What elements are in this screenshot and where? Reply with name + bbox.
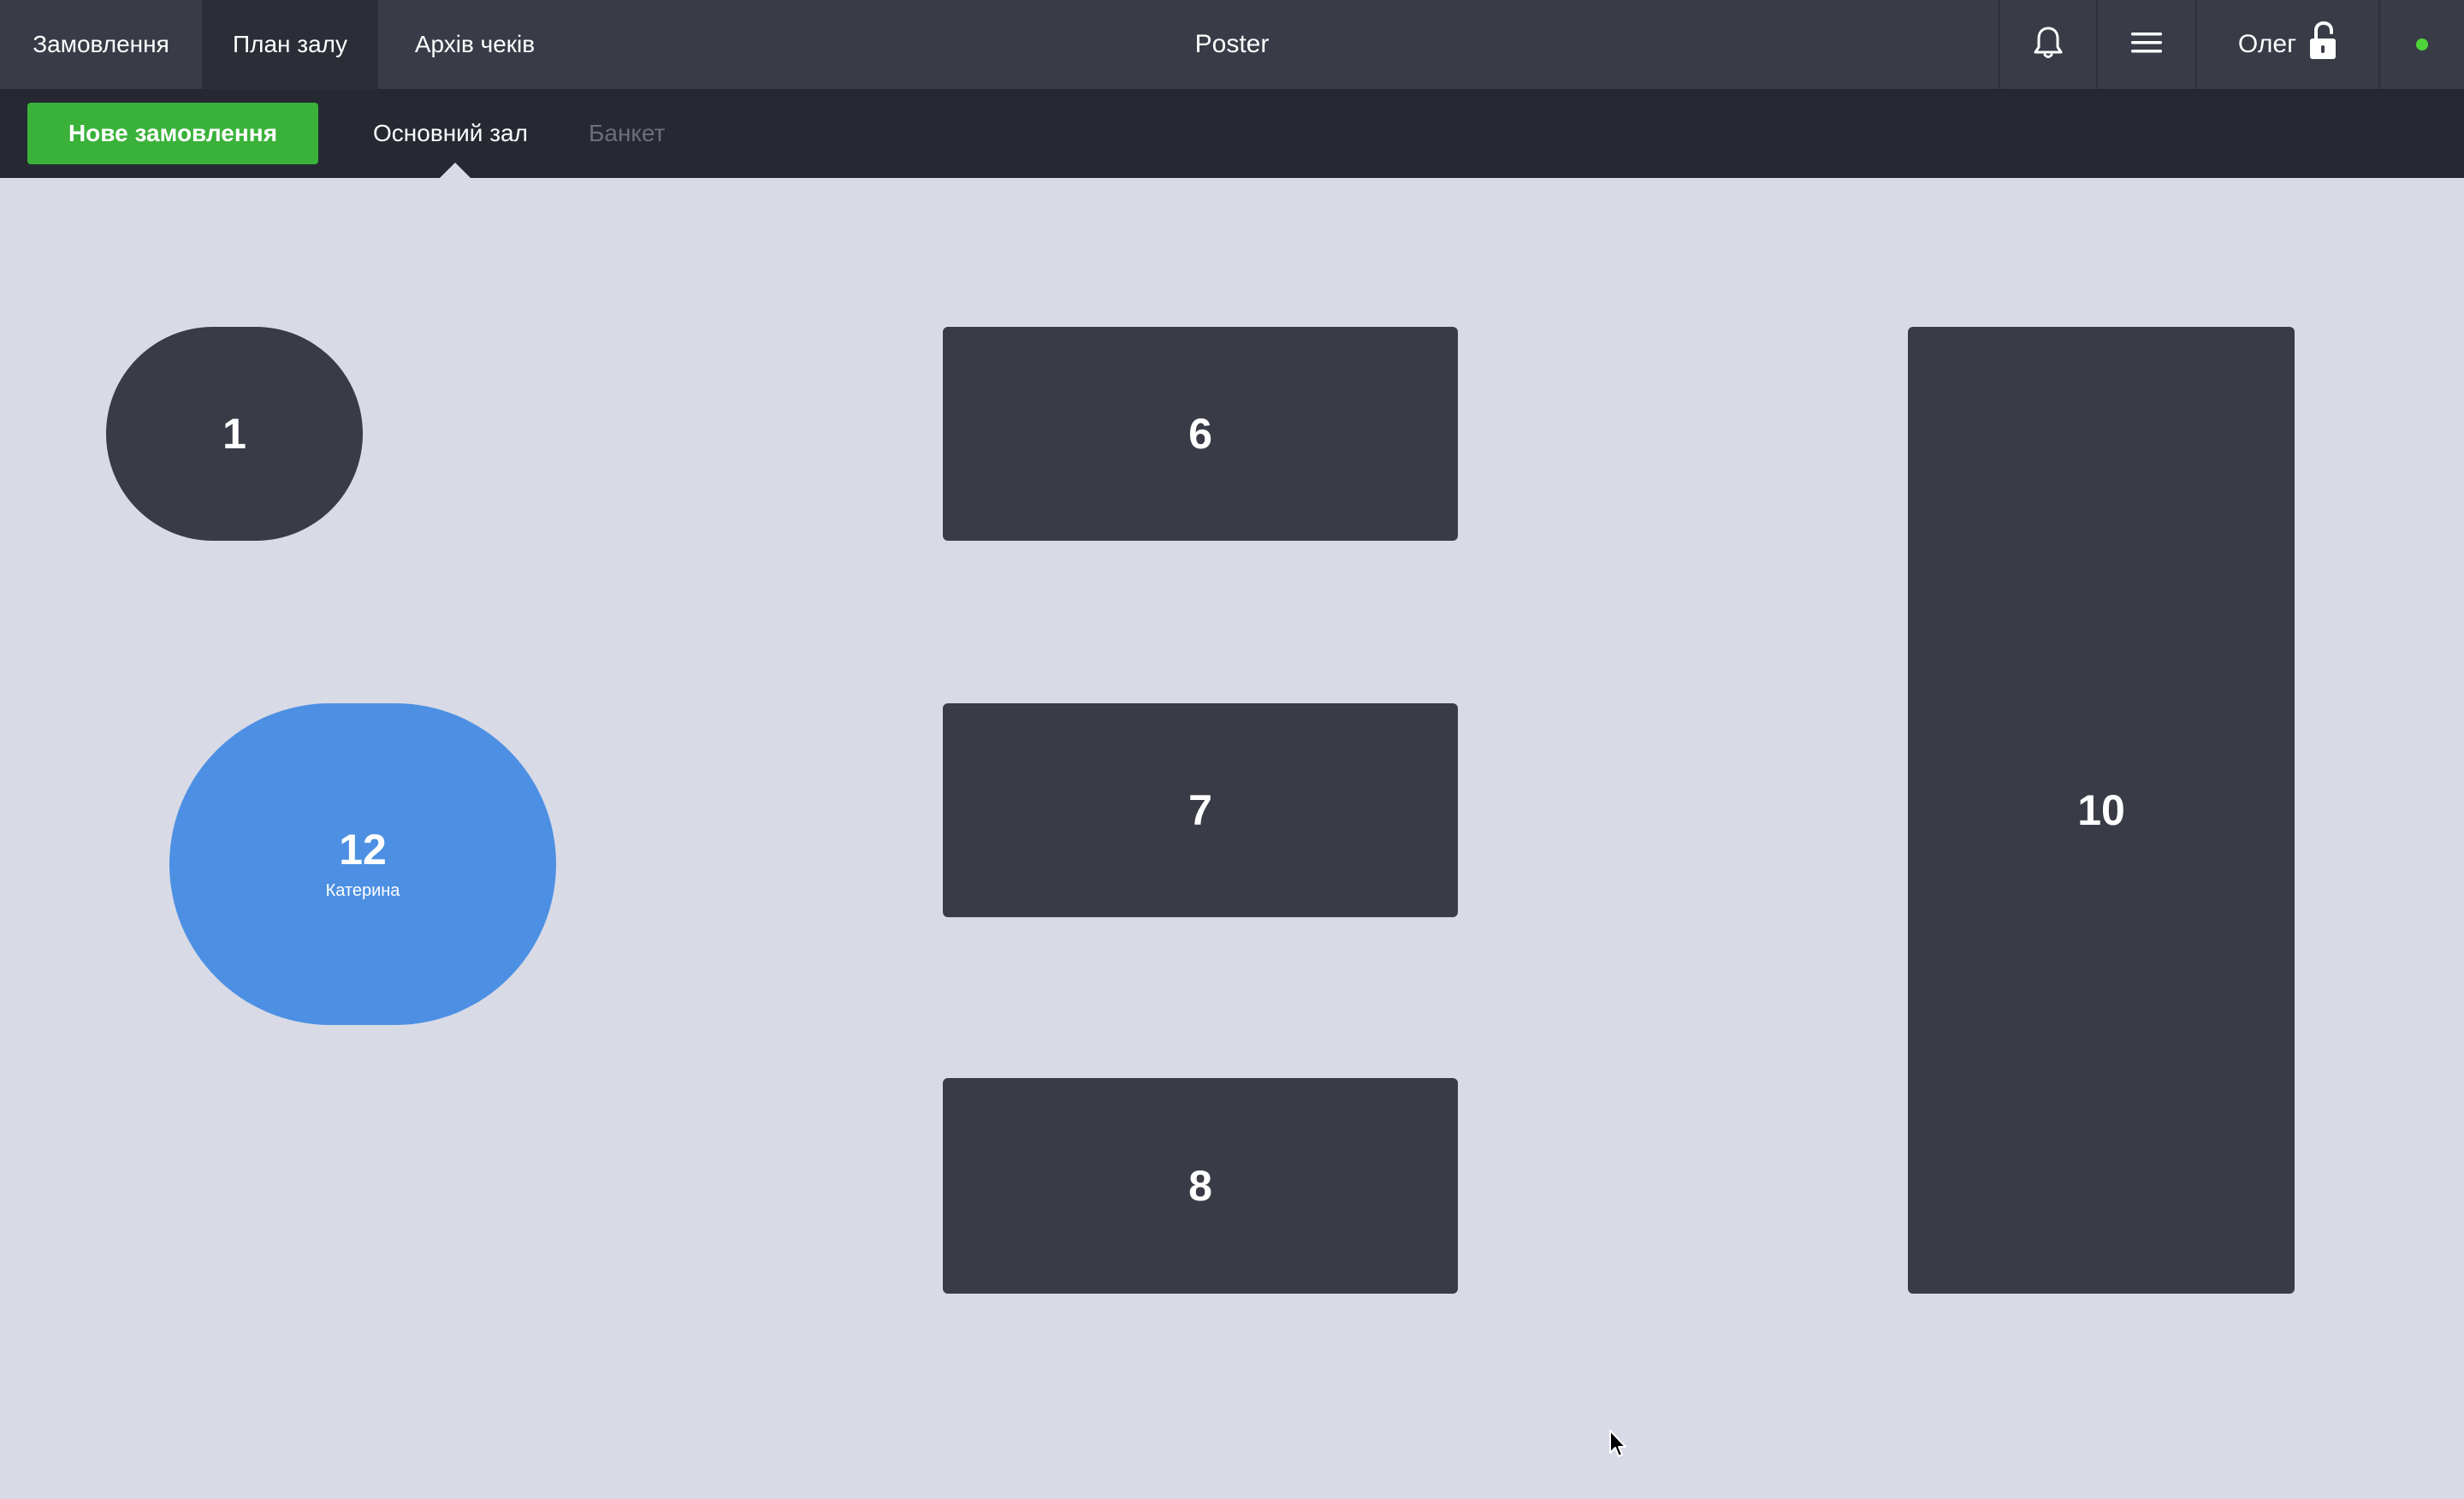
user-name: Олег: [2237, 30, 2297, 58]
table-1[interactable]: 1: [106, 327, 363, 541]
tab-orders[interactable]: Замовлення: [0, 0, 202, 89]
table-waiter: Катерина: [325, 880, 400, 900]
floor-plan: 1 12 Катерина 6 7 8 10: [0, 178, 2464, 1499]
table-number: 12: [339, 825, 387, 874]
table-number: 8: [1188, 1162, 1212, 1210]
mouse-cursor-icon: [1608, 1429, 1629, 1464]
table-6[interactable]: 6: [943, 327, 1458, 541]
tab-floor-plan[interactable]: План залу: [202, 0, 378, 89]
unlock-icon: [2308, 21, 2337, 68]
menu-icon: [2131, 31, 2162, 59]
connection-status: [2378, 0, 2464, 89]
table-number: 6: [1188, 410, 1212, 458]
table-12[interactable]: 12 Катерина: [169, 703, 556, 1025]
table-7[interactable]: 7: [943, 703, 1458, 917]
menu-button[interactable]: [2096, 0, 2195, 89]
active-hall-indicator: [440, 163, 471, 178]
table-8[interactable]: 8: [943, 1078, 1458, 1294]
new-order-button[interactable]: Нове замовлення: [27, 103, 318, 164]
user-button[interactable]: Олег: [2195, 0, 2378, 89]
hall-bar: Нове замовлення Основний зал Банкет: [0, 89, 2464, 178]
table-10[interactable]: 10: [1908, 327, 2295, 1294]
status-dot: [2416, 39, 2428, 50]
table-number: 10: [2077, 786, 2125, 834]
table-number: 1: [222, 410, 246, 458]
top-bar: Замовлення План залу Архів чеків Poster …: [0, 0, 2464, 89]
hall-tab-banquet[interactable]: Банкет: [589, 89, 665, 178]
tab-receipts-archive[interactable]: Архів чеків: [378, 0, 572, 89]
bell-icon: [2032, 25, 2064, 65]
notifications-button[interactable]: [1999, 0, 2096, 89]
app-title: Poster: [1194, 30, 1270, 58]
table-number: 7: [1188, 786, 1212, 834]
